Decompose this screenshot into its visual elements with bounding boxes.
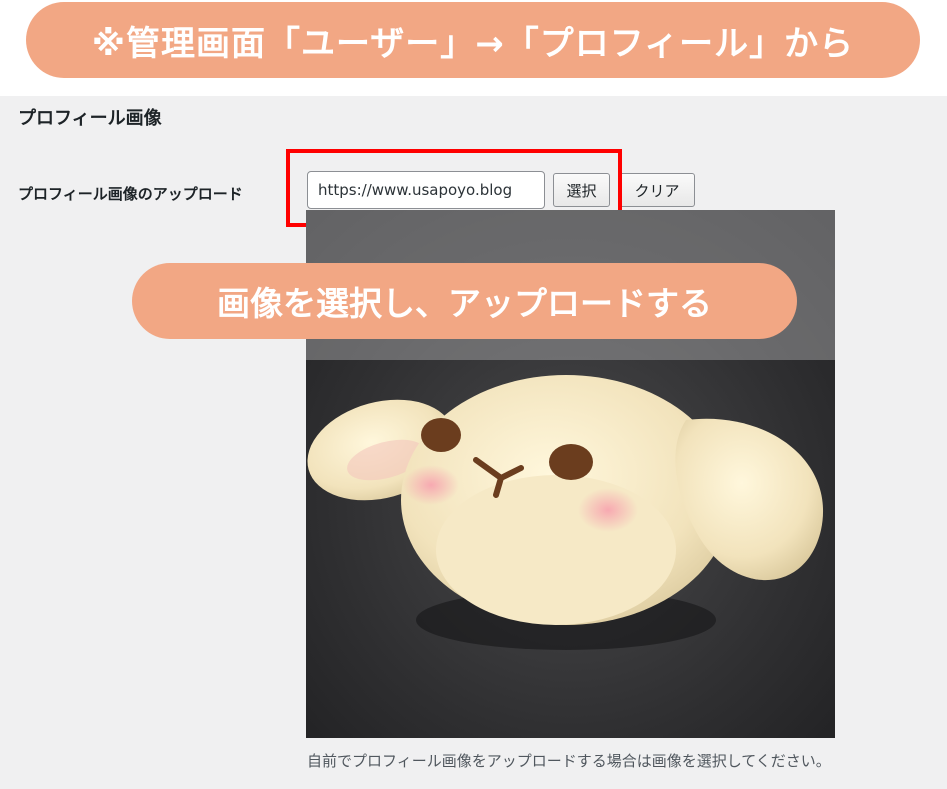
section-title: プロフィール画像	[18, 108, 162, 129]
top-instruction-banner: ※管理画面「ユーザー」→「プロフィール」から	[26, 2, 920, 78]
upload-field-label: プロフィール画像のアップロード	[18, 185, 243, 203]
upload-description: 自前でプロフィール画像をアップロードする場合は画像を選択してください。	[307, 752, 831, 770]
clear-button[interactable]: クリア	[619, 173, 695, 207]
middle-instruction-banner: 画像を選択し、アップロードする	[132, 263, 797, 339]
